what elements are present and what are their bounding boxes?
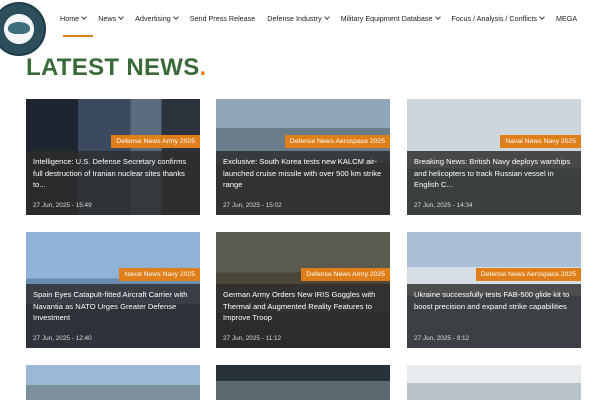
- news-card[interactable]: [216, 365, 390, 400]
- category-badge[interactable]: Naval News Navy 2025: [119, 268, 200, 281]
- nav-item-news[interactable]: News: [98, 14, 125, 23]
- category-badge[interactable]: Defense News Army 2025: [301, 268, 390, 281]
- nav-item-mega[interactable]: MEGA: [556, 14, 577, 23]
- news-card-title[interactable]: Breaking News: British Navy deploys wars…: [414, 156, 573, 191]
- news-card[interactable]: [26, 365, 200, 400]
- chevron-down-icon: [323, 14, 330, 20]
- news-card-image: [26, 365, 200, 400]
- news-card[interactable]: Defense News Army 2025 German Army Order…: [216, 232, 390, 348]
- news-card[interactable]: Defense News Aerospace 2025 Ukraine succ…: [407, 232, 581, 348]
- news-card-title[interactable]: Exclusive: South Korea tests new KALCM a…: [223, 156, 382, 191]
- nav-item-defense-industry[interactable]: Defense Industry: [267, 14, 330, 23]
- news-card[interactable]: Naval News Navy 2025 Breaking News: Brit…: [407, 99, 581, 215]
- chevron-down-icon: [172, 14, 179, 20]
- news-card[interactable]: Defense News Aerospace 2025 Exclusive: S…: [216, 99, 390, 215]
- chevron-down-icon: [81, 14, 88, 20]
- news-card[interactable]: Naval News Navy 2025 Spain Eyes Catapult…: [26, 232, 200, 348]
- category-badge[interactable]: Defense News Army 2025: [111, 135, 200, 148]
- page-title: LATEST NEWS.: [26, 54, 207, 81]
- news-card-date: 27 Jun, 2025 - 12:40: [33, 335, 92, 342]
- news-card-title[interactable]: Spain Eyes Catapult-fitted Aircraft Carr…: [33, 289, 192, 324]
- nav-item-focus-analysis[interactable]: Focus / Analysis / Conflicts: [452, 14, 545, 23]
- chevron-down-icon: [434, 14, 441, 20]
- news-card-image: [216, 365, 390, 400]
- news-card[interactable]: Defense News Army 2025 Intelligence: U.S…: [26, 99, 200, 215]
- category-badge[interactable]: Defense News Aerospace 2025: [475, 268, 581, 281]
- news-card[interactable]: [407, 365, 581, 400]
- category-badge[interactable]: Naval News Navy 2025: [500, 135, 581, 148]
- nav-item-military-equipment-database[interactable]: Military Equipment Database: [341, 14, 441, 23]
- active-nav-indicator: [63, 35, 93, 37]
- category-badge[interactable]: Defense News Aerospace 2025: [284, 135, 390, 148]
- chevron-down-icon: [539, 14, 545, 20]
- nav-item-advertising[interactable]: Advertising: [135, 14, 179, 23]
- news-card-title[interactable]: Ukraine successfully tests FAB-500 glide…: [414, 289, 573, 312]
- news-card-title[interactable]: German Army Orders New IRIS Goggles with…: [223, 289, 382, 324]
- news-card-date: 27 Jun, 2025 - 11:12: [223, 335, 282, 342]
- news-card-date: 27 Jun, 2025 - 15:02: [223, 202, 282, 209]
- news-card-date: 27 Jun, 2025 - 9:12: [414, 335, 470, 342]
- site-logo[interactable]: [0, 2, 46, 56]
- nav-item-send-press-release[interactable]: Send Press Release: [190, 14, 256, 23]
- main-nav: Home News Advertising Send Press Release…: [60, 8, 589, 28]
- chevron-down-icon: [118, 14, 125, 20]
- news-card-date: 27 Jun, 2025 - 15:49: [33, 202, 92, 209]
- news-card-title[interactable]: Intelligence: U.S. Defense Secretary con…: [33, 156, 192, 191]
- news-card-image: [407, 365, 581, 400]
- nav-item-home[interactable]: Home: [60, 14, 88, 23]
- news-card-date: 27 Jun, 2025 - 14:34: [414, 202, 473, 209]
